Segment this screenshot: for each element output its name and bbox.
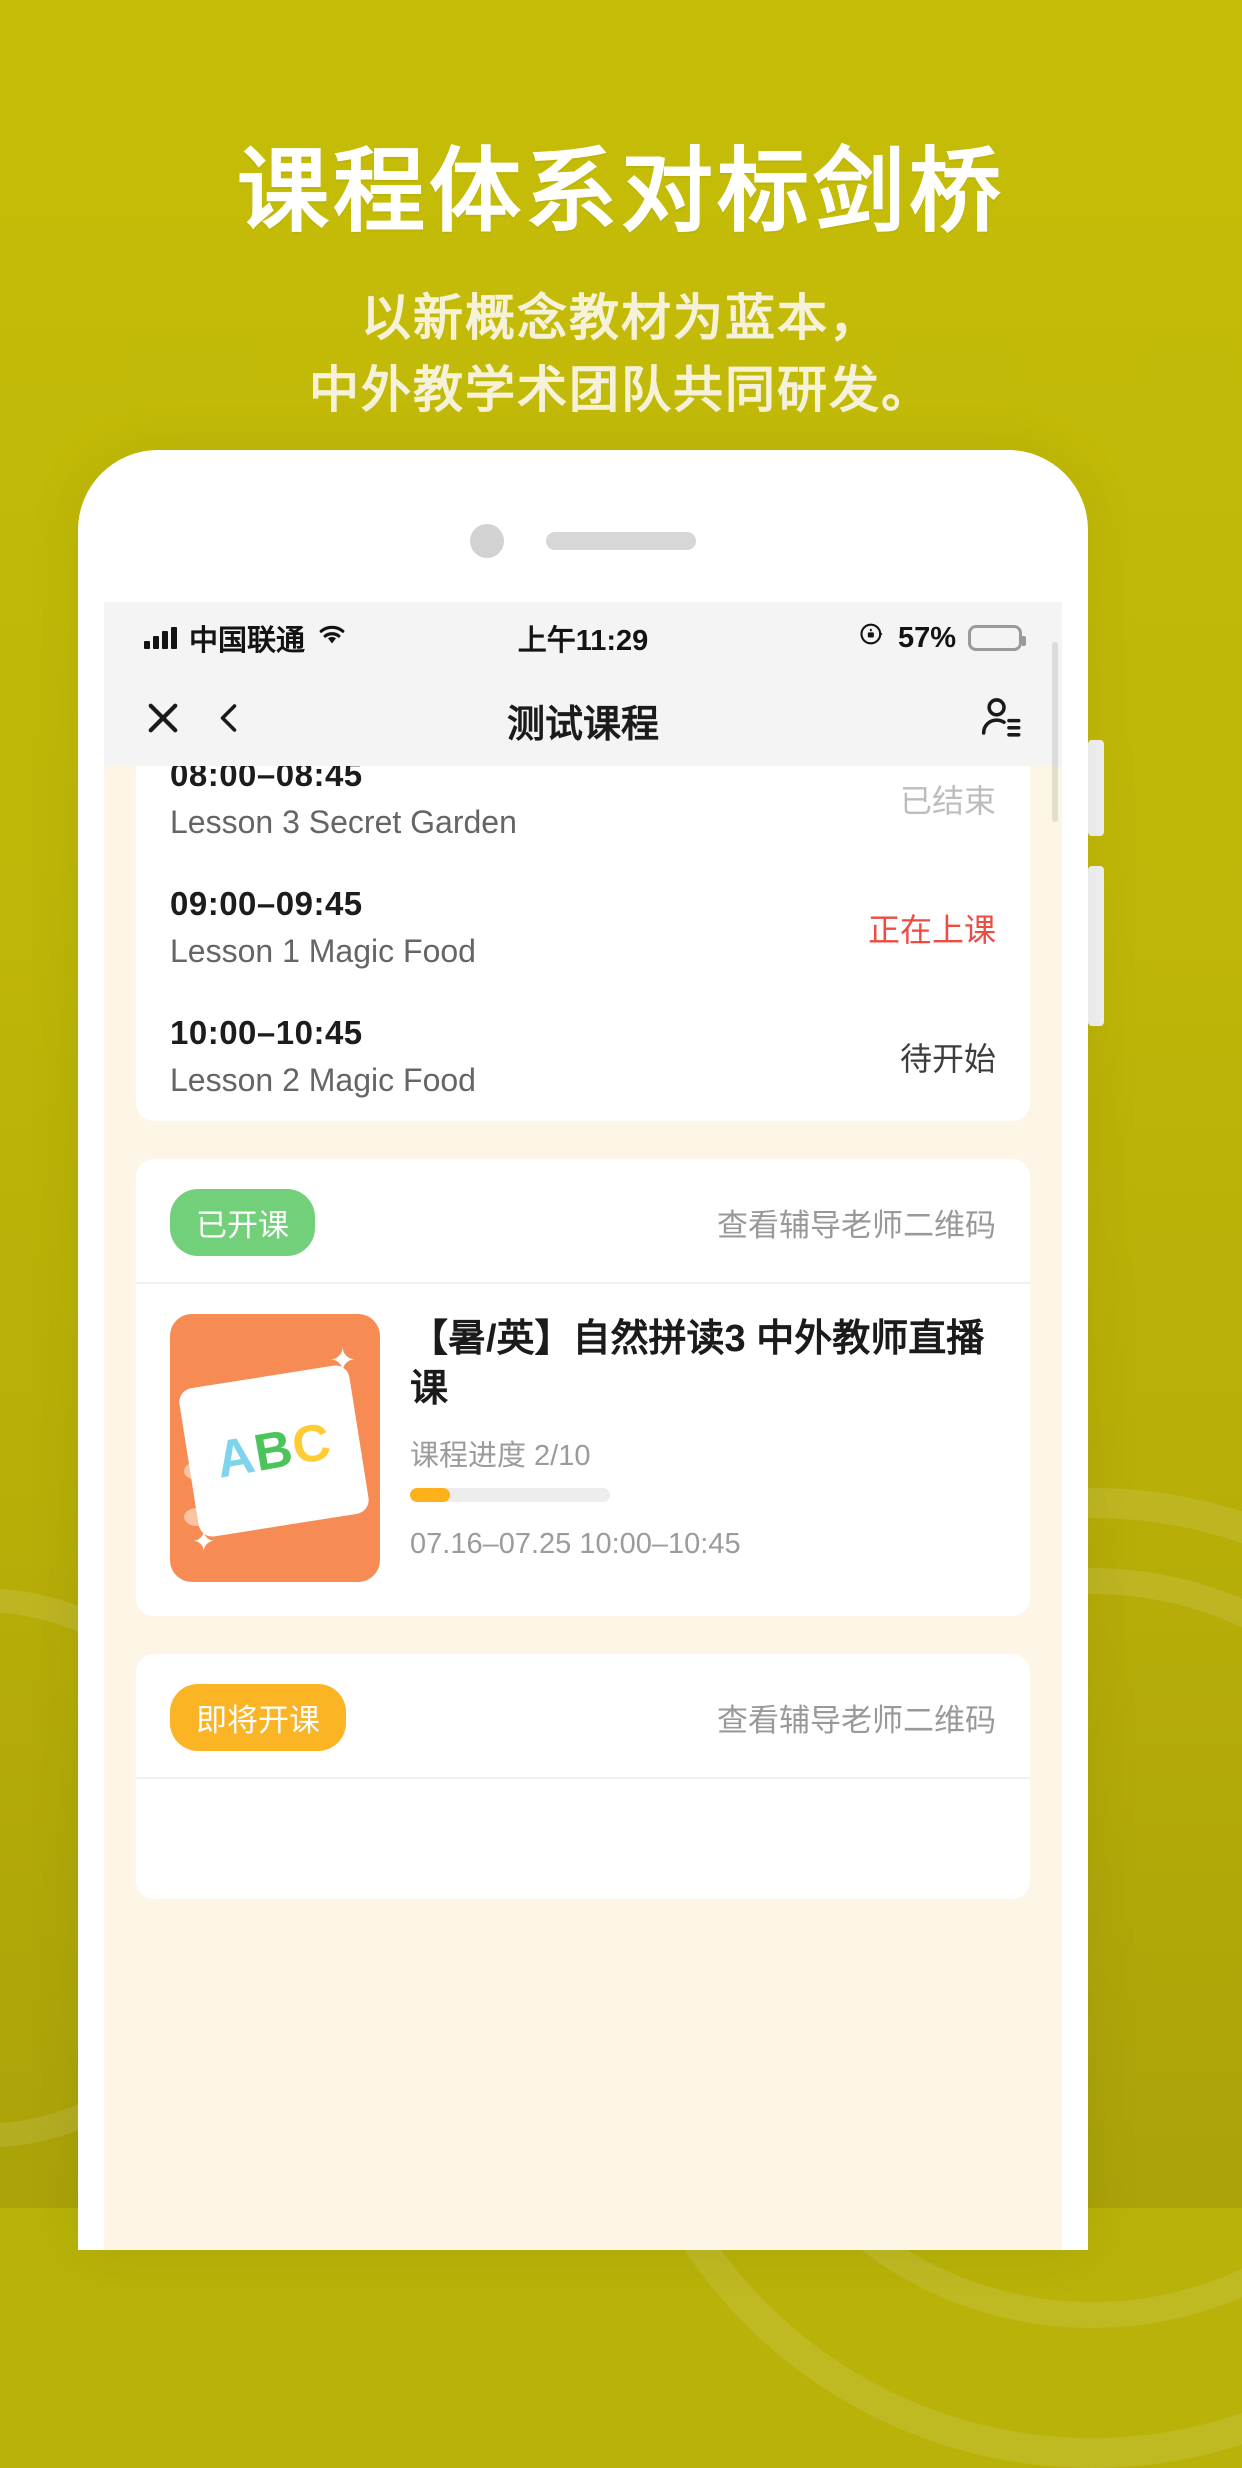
hero-section: 课程体系对标剑桥 以新概念教材为蓝本， 中外教学术团队共同研发。 [0,0,1242,427]
battery-icon [968,625,1027,651]
course-card-body: ✦ ✦ ABC 【暑/英】自然拼读3 中外教师直播课 课程进度 2/10 07.… [136,1284,1030,1616]
wifi-icon [317,622,347,655]
status-bar: 中国联通 上午11:29 57% [104,602,1062,674]
carrier-label: 中国联通 [189,625,306,657]
hero-subtitle-line-2: 中外教学术团队共同研发。 [309,362,933,419]
abc-flashcard-icon: ✦ ✦ ABC [170,1314,380,1582]
course-card[interactable]: 即将开课 查看辅导老师二维码 [136,1654,1030,1899]
status-badge: 已开课 [170,1189,315,1256]
status-bar-right: 57% [648,620,1027,656]
table-row[interactable]: 09:00–09:45 Lesson 1 Magic Food 正在上课 [170,863,996,992]
phone-mockup: 中国联通 上午11:29 57% 测试课程 08:00–08:45 Lesson… [78,450,1088,2250]
status-badge: 已结束 [899,782,996,819]
lesson-time: 10:00–10:45 [170,1014,363,1051]
lesson-name: Lesson 1 Magic Food [170,933,476,969]
course-date-range: 07.16–07.25 10:00–10:45 [410,1528,741,1561]
hero-subtitle-line-1: 以新概念教材为蓝本， [361,289,881,346]
scroll-content[interactable]: 08:00–08:45 Lesson 3 Secret Garden 已结束 0… [104,766,1062,2250]
nav-bar: 测试课程 [104,674,1062,766]
lesson-time: 08:00–08:45 [170,766,363,793]
course-card-header: 已开课 查看辅导老师二维码 [136,1159,1030,1284]
status-badge: 正在上课 [867,911,996,948]
course-card-body [136,1779,1030,1899]
lesson-name: Lesson 3 Secret Garden [170,804,517,840]
chevron-left-icon[interactable] [212,697,248,743]
front-camera-icon [470,524,504,558]
lesson-time: 09:00–09:45 [170,885,363,922]
view-tutor-qr-link[interactable]: 查看辅导老师二维码 [717,1200,996,1245]
rotation-lock-icon [858,620,886,656]
scrollbar[interactable] [1052,642,1058,822]
lesson-schedule-card: 08:00–08:45 Lesson 3 Secret Garden 已结束 0… [136,766,1030,1121]
person-list-icon[interactable] [978,697,1024,745]
battery-percent-label: 57% [897,621,957,654]
phone-volume-button [1088,740,1104,836]
lesson-info: 09:00–09:45 Lesson 1 Magic Food [170,885,476,970]
status-bar-time: 上午11:29 [517,625,649,657]
abc-letters: ABC [211,1412,337,1490]
page-title: 课程体系对标剑桥 [236,141,1005,243]
hero-subtitle: 以新概念教材为蓝本， 中外教学术团队共同研发。 [0,282,1242,427]
course-card[interactable]: 已开课 查看辅导老师二维码 ✦ ✦ ABC 【暑/英】自然拼读3 中外教师直播课… [136,1159,1030,1616]
course-title: 【暑/英】自然拼读3 中外教师直播课 [410,1318,985,1411]
phone-screen: 中国联通 上午11:29 57% 测试课程 08:00–08:45 Lesson… [104,602,1062,2250]
close-icon[interactable] [142,697,184,743]
table-row[interactable]: 08:00–08:45 Lesson 3 Secret Garden 已结束 [170,766,996,863]
course-progress-bar [410,1488,610,1503]
status-badge: 待开始 [899,1040,996,1077]
phone-power-button [1088,866,1104,1026]
course-details: 【暑/英】自然拼读3 中外教师直播课 课程进度 2/10 07.16–07.25… [410,1314,996,1582]
lesson-info: 10:00–10:45 Lesson 2 Magic Food [170,1014,476,1099]
lesson-name: Lesson 2 Magic Food [170,1062,476,1098]
lesson-info: 08:00–08:45 Lesson 3 Secret Garden [170,766,517,841]
course-progress-fill [410,1488,450,1503]
table-row[interactable]: 10:00–10:45 Lesson 2 Magic Food 待开始 [170,992,996,1121]
flashcard-sheet: ABC [177,1363,371,1539]
nav-bar-left [142,697,248,743]
nav-bar-right[interactable] [978,695,1024,746]
earpiece-speaker [546,532,696,550]
view-tutor-qr-link[interactable]: 查看辅导老师二维码 [717,1695,996,1740]
signal-bars-icon [144,627,177,649]
course-card-header: 即将开课 查看辅导老师二维码 [136,1654,1030,1779]
phone-earpiece-area [78,450,1088,558]
course-progress-label: 课程进度 2/10 [410,1440,591,1473]
status-bar-left: 中国联通 [144,617,518,659]
status-badge: 即将开课 [170,1684,346,1751]
